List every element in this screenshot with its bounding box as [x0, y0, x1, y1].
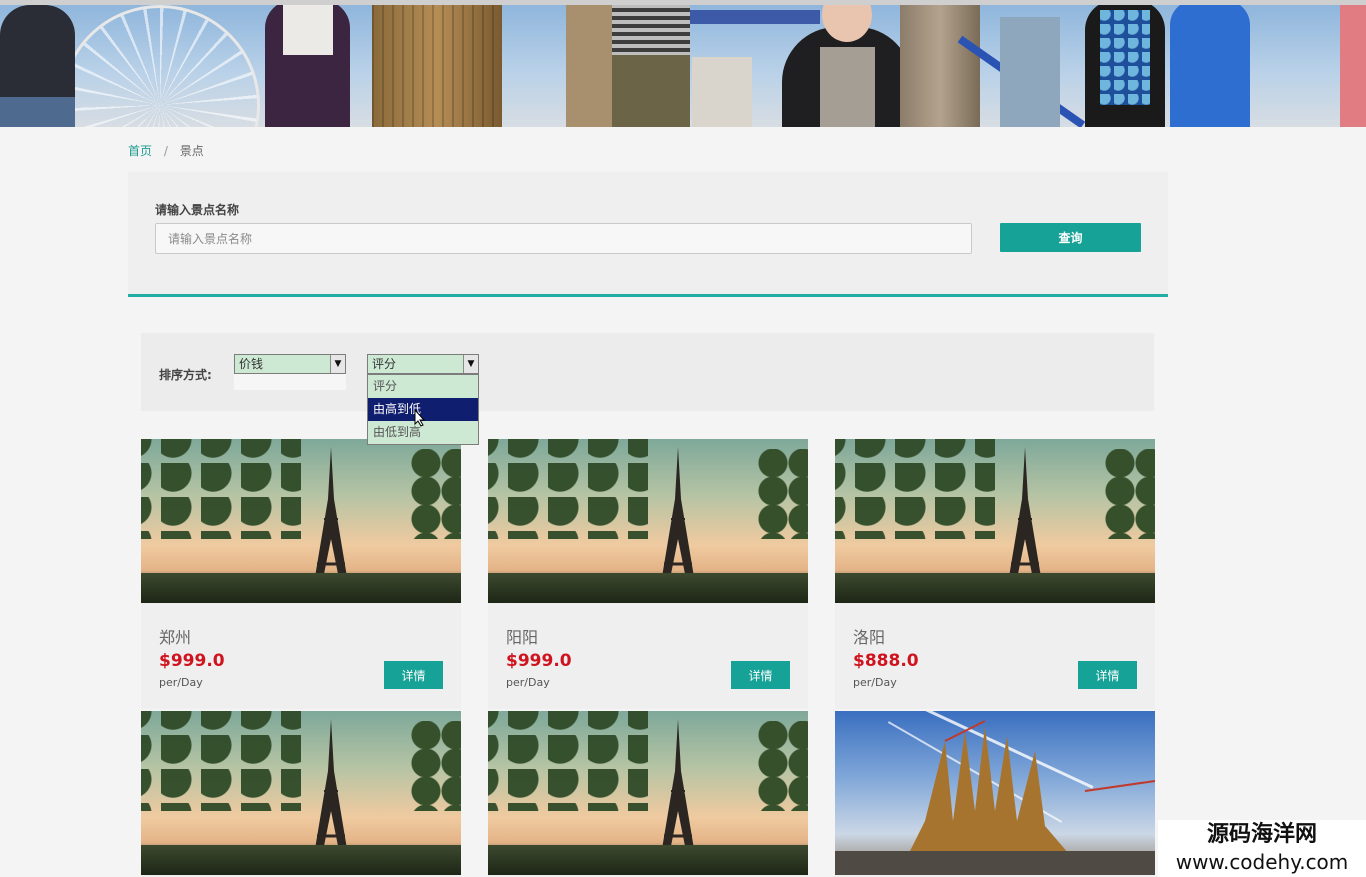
attraction-name: 洛阳 — [853, 628, 886, 647]
eiffel-tower-image[interactable] — [141, 439, 461, 603]
search-button[interactable]: 查询 — [1000, 223, 1141, 252]
attraction-card: 阳阳 $999.0 per/Day 详情 — [488, 439, 808, 709]
attraction-price: $888.0 — [853, 651, 919, 671]
banner-person — [612, 5, 690, 127]
attraction-name: 阳阳 — [506, 628, 539, 647]
price-select-shadow — [234, 374, 346, 390]
price-sort-select[interactable]: 价钱 ▼ — [234, 354, 346, 374]
ferris-wheel-image — [60, 5, 260, 127]
attraction-card — [488, 711, 808, 877]
attraction-price: $999.0 — [159, 651, 225, 671]
watermark-url: www.codehy.com — [1175, 850, 1349, 874]
banner-person — [1340, 5, 1366, 127]
tower-image — [692, 57, 752, 127]
big-ben-image — [372, 5, 502, 127]
breadcrumb-home-link[interactable]: 首页 — [128, 144, 152, 158]
dropdown-arrow-icon[interactable]: ▼ — [330, 355, 345, 373]
eiffel-tower-image[interactable] — [835, 439, 1155, 603]
bridge-image — [690, 10, 820, 24]
banner-person — [265, 5, 350, 127]
banner-person — [1085, 5, 1165, 127]
attraction-card: 郑州 $999.0 per/Day 详情 — [141, 439, 461, 709]
rating-option[interactable]: 评分 — [368, 375, 478, 398]
search-label: 请输入景点名称 — [155, 203, 240, 217]
breadcrumb-current: 景点 — [179, 144, 204, 158]
details-button[interactable]: 详情 — [731, 661, 790, 689]
breadcrumb: 首页 / 景点 — [128, 142, 204, 159]
banner-person — [782, 5, 912, 127]
eiffel-tower-image[interactable] — [488, 711, 808, 875]
rating-sort-select[interactable]: 评分 ▼ — [367, 354, 479, 374]
watermark: 源码海洋网 www.codehy.com — [1158, 820, 1366, 877]
attraction-card: 洛阳 $888.0 per/Day 详情 — [835, 439, 1155, 709]
banner-person — [1170, 5, 1250, 127]
dropdown-arrow-icon[interactable]: ▼ — [463, 355, 478, 373]
price-unit: per/Day — [159, 676, 203, 689]
sagrada-familia-image[interactable] — [835, 711, 1155, 875]
search-input[interactable] — [155, 223, 972, 254]
sort-bar: 排序方式: 价钱 ▼ 评分 ▼ 评分 由高到低 由低到高 — [141, 333, 1154, 445]
attraction-price: $999.0 — [506, 651, 572, 671]
banner-person — [0, 5, 75, 127]
city-skyline-image — [1000, 17, 1060, 127]
eiffel-tower-image[interactable] — [141, 711, 461, 875]
tower-bridge-image — [900, 5, 980, 127]
attraction-name: 郑州 — [159, 628, 192, 647]
header-banner — [0, 0, 1366, 127]
rating-sort-value: 评分 — [372, 357, 397, 371]
price-unit: per/Day — [853, 676, 897, 689]
breadcrumb-separator: / — [163, 144, 168, 158]
sort-label: 排序方式: — [159, 368, 212, 382]
details-button[interactable]: 详情 — [1078, 661, 1137, 689]
price-sort-value: 价钱 — [239, 357, 264, 371]
attraction-card — [141, 711, 461, 877]
attraction-card — [835, 711, 1155, 877]
search-panel: 请输入景点名称 查询 — [128, 172, 1168, 297]
watermark-name: 源码海洋网 — [1206, 822, 1317, 847]
eiffel-tower-image[interactable] — [488, 439, 808, 603]
mouse-cursor-icon — [414, 409, 426, 427]
tower-image — [566, 5, 616, 127]
details-button[interactable]: 详情 — [384, 661, 443, 689]
price-unit: per/Day — [506, 676, 550, 689]
